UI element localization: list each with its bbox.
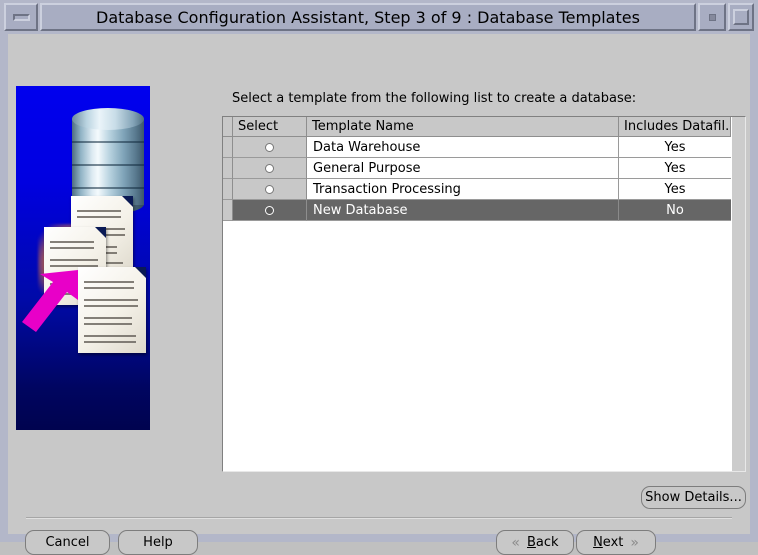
instruction-label: Select a template from the following lis… xyxy=(232,91,636,106)
help-label: Help xyxy=(143,535,173,550)
show-details-label: Show Details... xyxy=(645,490,742,505)
title-bar-label-container: Database Configuration Assistant, Step 3… xyxy=(40,3,696,31)
back-label: Back xyxy=(527,535,559,550)
minimize-button[interactable] xyxy=(4,3,38,31)
next-button[interactable]: Next » xyxy=(576,530,656,555)
includes-datafiles-cell: Yes xyxy=(619,179,731,200)
table-row[interactable]: Transaction Processing Yes xyxy=(223,179,731,200)
select-cell[interactable] xyxy=(233,200,307,221)
application-window: Database Configuration Assistant, Step 3… xyxy=(0,0,758,542)
help-button[interactable]: Help xyxy=(118,530,198,555)
radio-button-icon[interactable] xyxy=(265,164,274,173)
table-row[interactable]: General Purpose Yes xyxy=(223,158,731,179)
document-sheet-icon xyxy=(78,267,146,353)
includes-datafiles-cell: Yes xyxy=(619,158,731,179)
select-cell[interactable] xyxy=(233,179,307,200)
table-row[interactable]: Data Warehouse Yes xyxy=(223,137,731,158)
magenta-arrow-icon xyxy=(20,266,88,338)
column-header-includes-datafiles[interactable]: Includes Datafil... xyxy=(619,117,731,137)
radio-button-icon[interactable] xyxy=(265,185,274,194)
chevron-left-icon: « xyxy=(511,536,520,550)
row-gutter xyxy=(223,200,233,221)
show-details-button[interactable]: Show Details... xyxy=(641,486,746,509)
column-header-select[interactable]: Select xyxy=(233,117,307,137)
radio-button-icon[interactable] xyxy=(265,143,274,152)
shade-button[interactable] xyxy=(698,3,726,31)
shade-icon xyxy=(709,14,716,21)
template-name-cell: Data Warehouse xyxy=(307,137,619,158)
cancel-button[interactable]: Cancel xyxy=(25,530,110,555)
includes-datafiles-cell: No xyxy=(619,200,731,221)
minimize-icon xyxy=(13,14,30,21)
includes-datafiles-cell: Yes xyxy=(619,137,731,158)
maximize-icon xyxy=(733,9,749,25)
database-templates-illustration xyxy=(16,86,150,430)
window-title: Database Configuration Assistant, Step 3… xyxy=(96,8,640,27)
chevron-right-icon: » xyxy=(630,536,639,550)
template-name-cell: New Database xyxy=(307,200,619,221)
column-header-template-name[interactable]: Template Name xyxy=(307,117,619,137)
select-cell[interactable] xyxy=(233,137,307,158)
dialog-content: Select a template from the following lis… xyxy=(8,34,750,534)
radio-button-icon[interactable] xyxy=(265,206,274,215)
table-row[interactable]: New Database No xyxy=(223,200,731,221)
footer-separator-highlight xyxy=(26,518,732,519)
column-header-gutter[interactable] xyxy=(223,117,233,137)
title-bar: Database Configuration Assistant, Step 3… xyxy=(4,3,754,31)
table-header-row: Select Template Name Includes Datafil... xyxy=(223,117,731,137)
next-label: Next xyxy=(593,535,623,550)
maximize-button[interactable] xyxy=(728,3,754,31)
template-name-cell: Transaction Processing xyxy=(307,179,619,200)
back-button[interactable]: « Back xyxy=(496,530,574,555)
cancel-label: Cancel xyxy=(45,535,89,550)
row-gutter xyxy=(223,179,233,200)
template-name-cell: General Purpose xyxy=(307,158,619,179)
row-gutter xyxy=(223,158,233,179)
select-cell[interactable] xyxy=(233,158,307,179)
row-gutter xyxy=(223,137,233,158)
templates-table-viewport: Select Template Name Includes Datafil...… xyxy=(223,117,731,471)
templates-table[interactable]: Select Template Name Includes Datafil...… xyxy=(222,116,746,472)
vertical-scrollbar[interactable] xyxy=(731,117,745,471)
